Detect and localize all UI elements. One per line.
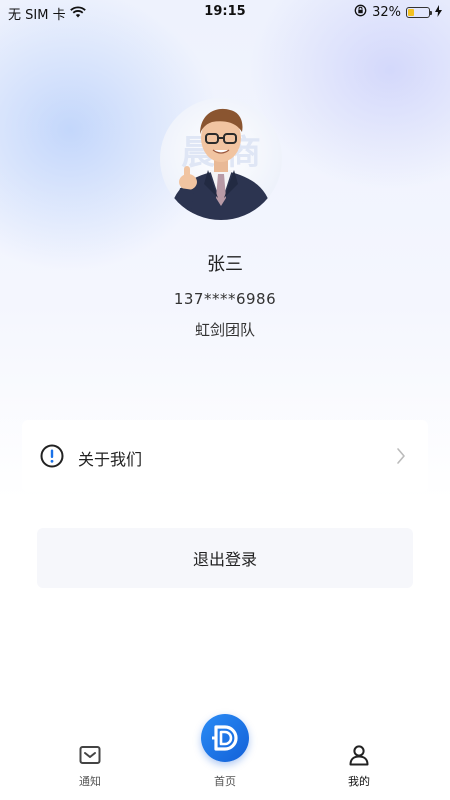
info-alert-icon (40, 444, 64, 468)
battery-icon (406, 7, 432, 18)
tab-mine[interactable]: 我的 (314, 740, 404, 789)
home-logo-icon (212, 725, 238, 751)
person-icon (347, 743, 371, 767)
chevron-right-icon (396, 447, 406, 465)
avatar-illustration: 晨 商 (170, 108, 272, 220)
status-bar: 无 SIM 卡 19:15 32% (0, 0, 450, 24)
status-right: 32% (354, 4, 442, 21)
tab-notice[interactable]: 通知 (45, 740, 135, 789)
logout-label: 退出登录 (192, 550, 257, 569)
mail-icon (78, 743, 102, 767)
battery-percent: 32% (372, 5, 401, 20)
tab-mine-label: 我的 (348, 775, 370, 788)
charging-icon (435, 4, 442, 21)
battery-fill (408, 9, 415, 16)
tab-notice-label: 通知 (79, 775, 101, 788)
avatar[interactable]: 晨 商 (160, 98, 282, 220)
about-us-row[interactable]: 关于我们 (22, 420, 428, 492)
user-phone: 137****6986 (173, 290, 277, 308)
user-team: 虹剑团队 (194, 321, 255, 339)
home-fab-button[interactable] (201, 714, 249, 762)
logout-button[interactable]: 退出登录 (37, 528, 413, 588)
about-us-label: 关于我们 (78, 450, 143, 469)
rotation-lock-icon (354, 4, 367, 21)
tab-home-label: 首页 (214, 775, 236, 788)
user-name: 张三 (207, 254, 243, 275)
